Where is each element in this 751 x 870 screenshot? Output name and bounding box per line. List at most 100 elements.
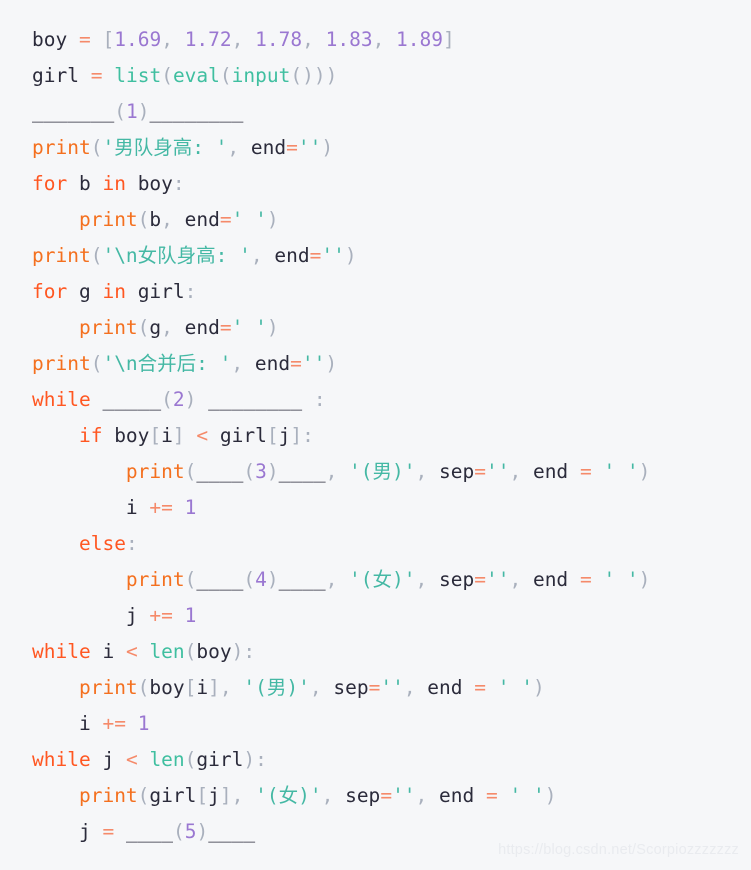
- code-line: while _____(2) ________ :: [32, 382, 751, 418]
- code-line: j = ____(5)____: [32, 814, 751, 850]
- code-token-punctuation: ())): [290, 64, 338, 87]
- code-token-builtin: input: [231, 64, 291, 87]
- code-token-punctuation: ]: [290, 424, 303, 447]
- code-token-builtin: len: [149, 640, 185, 663]
- code-token-punctuation: ,: [415, 568, 439, 591]
- code-token-punctuation: (: [161, 64, 173, 87]
- code-token-string: ' ': [497, 676, 534, 699]
- code-token-punctuation: ]: [172, 424, 185, 447]
- code-token-operator: =: [368, 676, 381, 699]
- code-line: else:: [32, 526, 751, 562]
- code-token-number: 1.89: [396, 28, 444, 51]
- code-token-punctuation: ,: [325, 568, 350, 591]
- code-token-punctuation: ,: [372, 28, 397, 51]
- code-token-punctuation: (: [90, 244, 103, 267]
- code-token-punctuation: [: [102, 28, 115, 51]
- code-line: if boy[i] < girl[j]:: [32, 418, 751, 454]
- code-token-number: 1.72: [184, 28, 232, 51]
- code-token-plain: ____: [125, 820, 173, 843]
- code-token-punctuation: (: [90, 136, 103, 159]
- code-token-punctuation: (: [172, 820, 185, 843]
- code-token-string: ' ': [231, 208, 267, 231]
- code-token-function: print: [32, 244, 91, 267]
- code-block[interactable]: boy = [1.69, 1.72, 1.78, 1.83, 1.89] girl…: [32, 22, 751, 850]
- code-token-punctuation: ,: [415, 460, 439, 483]
- code-token-punctuation: ): [266, 568, 279, 591]
- code-token-number: 1: [184, 604, 197, 627]
- code-token-punctuation: ): [184, 388, 197, 411]
- code-token-string: ' ': [231, 316, 267, 339]
- code-token-string: '\n女队身高: ': [102, 244, 251, 267]
- code-token-function: print: [125, 460, 185, 483]
- code-token-operator: +=: [102, 712, 126, 735]
- code-token-punctuation: ,: [219, 676, 244, 699]
- code-token-plain: ____: [208, 820, 256, 843]
- code-token-punctuation: :: [172, 172, 185, 195]
- code-line: print(____(4)____, '(女)', sep='', end = …: [32, 562, 751, 598]
- code-line: for b in boy:: [32, 166, 751, 202]
- code-token-punctuation: ): [544, 784, 557, 807]
- code-token-plain: ____: [278, 568, 326, 591]
- code-token-punctuation: [: [266, 424, 279, 447]
- code-line: i += 1: [32, 490, 751, 526]
- code-token-punctuation: [: [196, 784, 209, 807]
- code-token-plain: boy: [102, 424, 150, 447]
- code-token-plain: end: [427, 676, 463, 699]
- code-token-operator: +=: [149, 496, 173, 519]
- code-token-punctuation: ,: [403, 676, 428, 699]
- code-token-plain: girl: [149, 784, 197, 807]
- code-token-keyword: for: [32, 172, 68, 195]
- code-token-function: print: [78, 316, 138, 339]
- code-token-punctuation: :: [243, 640, 256, 663]
- code-token-plain: j: [90, 748, 126, 771]
- code-token-plain: i: [90, 640, 126, 663]
- code-token-plain: g: [67, 280, 103, 303]
- code-token-plain: i: [161, 424, 173, 447]
- code-token-plain: j: [125, 604, 138, 627]
- code-token-operator: =: [78, 28, 91, 51]
- code-token-string: '(男)': [349, 460, 416, 483]
- code-token-punctuation: (: [184, 568, 197, 591]
- code-line: print(boy[i], '(男)', sep='', end = ' '): [32, 670, 751, 706]
- code-token-string: '': [485, 460, 510, 483]
- code-token-function: print: [32, 136, 91, 159]
- code-token-string: '\n合并后: ': [102, 352, 232, 375]
- code-token-plain: end: [184, 316, 220, 339]
- code-token-plain: girl: [125, 280, 185, 303]
- code-token-punctuation: ): [321, 136, 334, 159]
- code-token-punctuation: (: [243, 460, 256, 483]
- code-token-operator: =: [309, 244, 322, 267]
- code-token-punctuation: :: [184, 280, 197, 303]
- code-token-punctuation: ,: [161, 28, 185, 51]
- code-token-operator: =: [286, 136, 298, 159]
- code-token-plain: ________: [208, 388, 303, 411]
- code-token-operator: =: [102, 820, 115, 843]
- code-token-string: '(女)': [349, 568, 416, 591]
- code-token-punctuation: ,: [321, 784, 346, 807]
- code-token-punctuation: ]: [443, 28, 455, 51]
- code-token-builtin: list: [114, 64, 162, 87]
- code-token-punctuation: (: [243, 568, 256, 591]
- code-token-number: 1.83: [325, 28, 373, 51]
- code-token-plain: i: [125, 496, 138, 519]
- code-line: _______(1)________: [32, 94, 751, 130]
- code-token-string: '(男)': [243, 676, 310, 699]
